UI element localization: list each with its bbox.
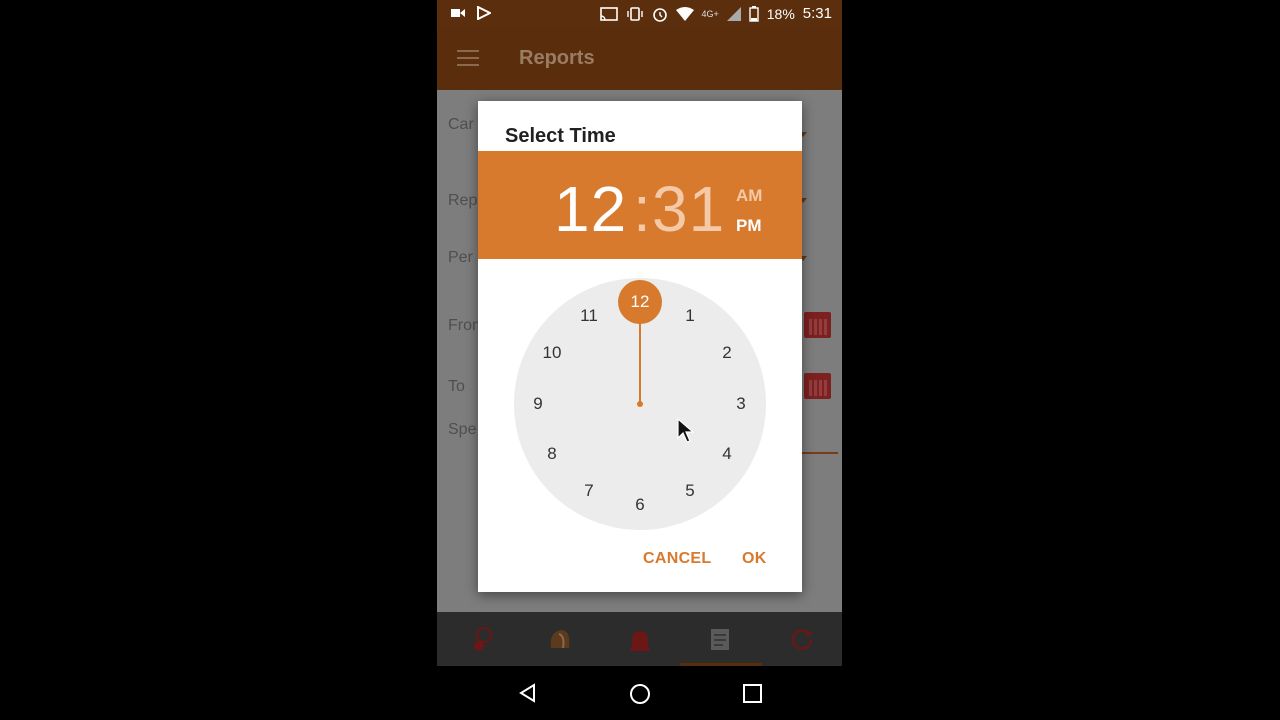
recents-icon[interactable]	[743, 684, 762, 703]
status-right-icons: 4G+ 18% 5:31	[599, 5, 832, 22]
am-toggle[interactable]: AM	[736, 186, 762, 206]
page-title: Reports	[519, 47, 595, 69]
signal-icon	[726, 6, 741, 21]
input-underline	[802, 452, 838, 454]
bottom-navigation	[437, 612, 842, 666]
helmet-icon[interactable]	[547, 626, 573, 652]
clock-hour-1[interactable]: 1	[675, 304, 705, 328]
clock-hour-9[interactable]: 9	[523, 392, 553, 416]
time-picker-dialog: Select Time 12 : 31 AM PM 12 1 2 3 4 5 6…	[478, 101, 802, 592]
time-separator: :	[633, 173, 651, 245]
hamburger-menu-icon[interactable]	[457, 50, 479, 66]
dialog-title: Select Time	[505, 125, 616, 147]
system-navigation-bar	[437, 666, 842, 720]
clock-face[interactable]: 12 1 2 3 4 5 6 7 8 9 10 11	[514, 278, 766, 530]
clock-hour-11[interactable]: 11	[574, 304, 604, 328]
clock-hour-4[interactable]: 4	[712, 442, 742, 466]
clock-hand	[639, 318, 641, 404]
cast-icon	[599, 6, 618, 21]
back-icon[interactable]	[518, 683, 538, 703]
phone-screen: 4G+ 18% 5:31 Reports Car Rep Per From To	[437, 0, 842, 720]
network-type-label: 4G+	[701, 8, 719, 19]
mouse-cursor-icon	[677, 418, 695, 443]
vibrate-icon	[626, 6, 643, 21]
status-time: 5:31	[802, 5, 832, 22]
clock-hand-center	[637, 401, 643, 407]
calendar-icon[interactable]	[804, 312, 831, 338]
form-label-car: Car	[448, 116, 474, 133]
video-recording-icon	[451, 9, 465, 17]
pm-toggle[interactable]: PM	[736, 216, 762, 236]
alarm-bell-icon[interactable]	[627, 626, 653, 652]
time-header: 12 : 31 AM PM	[478, 151, 802, 259]
battery-percent: 18%	[766, 5, 795, 22]
clock-hour-8[interactable]: 8	[537, 442, 567, 466]
reports-icon[interactable]	[707, 626, 733, 652]
alarm-icon	[652, 7, 667, 22]
battery-icon	[749, 5, 759, 22]
form-label-to: To	[448, 378, 465, 395]
ok-button[interactable]: OK	[742, 550, 767, 568]
form-label-speed: Spe	[448, 421, 477, 438]
calendar-icon[interactable]	[804, 373, 831, 399]
clock-hand-selector[interactable]: 12	[618, 280, 662, 324]
clock-hour-5[interactable]: 5	[675, 479, 705, 503]
home-icon[interactable]	[629, 683, 651, 705]
minute-display[interactable]: 31	[652, 172, 725, 246]
form-label-period: Per	[448, 249, 473, 266]
status-left-icons	[451, 6, 491, 20]
clock-hour-2[interactable]: 2	[712, 341, 742, 365]
app-bar: Reports	[437, 28, 842, 90]
clock-hour-10[interactable]: 10	[537, 341, 567, 365]
hour-display[interactable]: 12	[554, 172, 627, 246]
cancel-button[interactable]: CANCEL	[643, 550, 711, 568]
wifi-icon	[675, 6, 694, 21]
clock-hour-6[interactable]: 6	[625, 493, 655, 517]
history-24-icon[interactable]	[789, 626, 815, 652]
clock-hour-3[interactable]: 3	[726, 392, 756, 416]
status-bar: 4G+ 18% 5:31	[437, 0, 842, 28]
play-store-icon	[477, 6, 491, 20]
dashboard-icon[interactable]	[469, 626, 495, 652]
clock-hour-7[interactable]: 7	[574, 479, 604, 503]
form-label-report: Rep	[448, 192, 478, 209]
